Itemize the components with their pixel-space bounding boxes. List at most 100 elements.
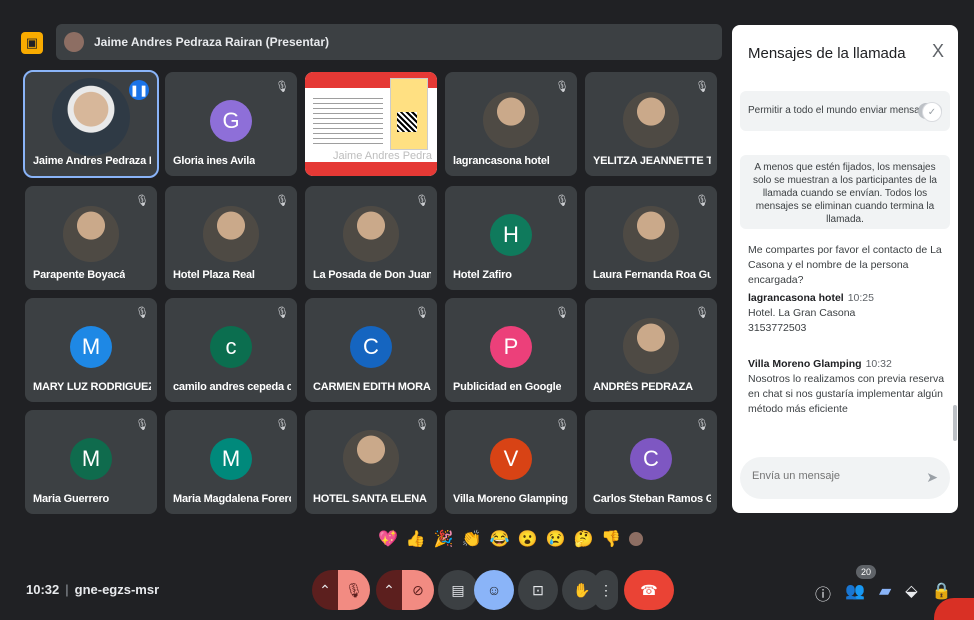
participant-name: Laura Fernanda Roa Gue... xyxy=(593,269,711,281)
captions-button[interactable]: ▤ xyxy=(438,570,478,610)
mic-off-icon: 🎙 xyxy=(695,307,709,319)
permit-messages-label: Permitir a todo el mundo enviar mensajes xyxy=(748,105,933,116)
mic-off-icon: 🎙 xyxy=(415,419,429,431)
participant-tile[interactable]: c 🎙 camilo andres cepeda ce... xyxy=(165,298,297,402)
mic-off-icon: 🎙 xyxy=(695,419,709,431)
participant-avatar: M xyxy=(70,326,112,368)
participant-name: CARMEN EDITH MORA M... xyxy=(313,381,431,393)
participant-name: YELITZA JEANNETTE TO... xyxy=(593,155,711,167)
reaction-emoji[interactable]: 🤔 xyxy=(573,529,593,549)
participant-tile[interactable]: C 🎙 CARMEN EDITH MORA M... xyxy=(305,298,437,402)
participant-tile[interactable]: C 🎙 Carlos Steban Ramos Go... xyxy=(585,410,717,514)
mic-off-icon: 🎙 xyxy=(555,307,569,319)
reaction-emoji[interactable]: 👎 xyxy=(601,529,621,549)
reaction-emoji[interactable]: 😢 xyxy=(546,529,566,549)
mic-off-icon: 🎙 xyxy=(275,195,289,207)
participant-name: Hotel Plaza Real xyxy=(173,269,255,281)
participant-name: lagrancasona hotel xyxy=(453,155,550,167)
participant-avatar: M xyxy=(70,438,112,480)
mic-off-icon: 🎙 xyxy=(555,419,569,431)
chevron-up-icon[interactable]: ⌃ xyxy=(312,570,338,610)
reaction-emoji[interactable]: 💖 xyxy=(378,529,398,549)
send-icon[interactable]: ➤ xyxy=(926,469,938,486)
camera-control[interactable]: ⌃ ⊘ xyxy=(376,570,434,610)
participant-tile[interactable]: 🎙 YELITZA JEANNETTE TO... xyxy=(585,72,717,176)
people-icon[interactable]: 👥 xyxy=(845,581,865,605)
reaction-emoji[interactable]: 👍 xyxy=(406,529,426,549)
end-call-icon: ☎ xyxy=(640,581,658,598)
participant-tile[interactable]: H 🎙 Hotel Zafiro xyxy=(445,186,577,290)
more-options-button[interactable]: ⋮ xyxy=(594,570,618,610)
participant-tile[interactable]: 🎙 Laura Fernanda Roa Gue... xyxy=(585,186,717,290)
participant-tile[interactable]: V 🎙 Villa Moreno Glamping xyxy=(445,410,577,514)
presentation-icon[interactable]: ▣ xyxy=(21,32,43,54)
participant-avatar: c xyxy=(210,326,252,368)
participant-name: Carlos Steban Ramos Go... xyxy=(593,493,711,505)
presenter-bar: ▣ Jaime Andres Pedraza Rairan (Presentar… xyxy=(16,24,722,60)
close-icon[interactable]: X xyxy=(932,41,944,62)
participant-tile[interactable]: 🎙 ANDRÉS PEDRAZA xyxy=(585,298,717,402)
camera-off-icon[interactable]: ⊘ xyxy=(402,570,434,610)
participant-tile[interactable]: 🎙 La Posada de Don Juan xyxy=(305,186,437,290)
participant-avatar: H xyxy=(490,214,532,256)
message-input[interactable] xyxy=(750,469,914,483)
slide-presenter-name: Jaime Andres Pedra xyxy=(333,150,433,162)
participant-tile[interactable]: M 🎙 Maria Guerrero xyxy=(25,410,157,514)
permit-messages-toggle[interactable]: ✓ xyxy=(918,102,942,122)
participant-tile[interactable]: 🎙 HOTEL SANTA ELENA xyxy=(305,410,437,514)
reaction-emoji[interactable]: 😮 xyxy=(518,529,538,549)
shared-slide: Jaime Andres Pedra xyxy=(305,72,437,176)
participant-tile[interactable]: M 🎙 Maria Magdalena Forero ... xyxy=(165,410,297,514)
presenter-banner[interactable]: Jaime Andres Pedraza Rairan (Presentar) xyxy=(56,24,722,60)
participant-tile[interactable]: 🎙 Hotel Plaza Real xyxy=(165,186,297,290)
participant-name: Publicidad en Google xyxy=(453,381,562,393)
chat-message: Villa Moreno Glamping 10:32 Nosotros lo r… xyxy=(748,357,946,417)
participant-tile[interactable]: G 🎙 Gloria ines Avila xyxy=(165,72,297,176)
microphone-control[interactable]: ⌃ 🎙 xyxy=(312,570,370,610)
more-vert-icon: ⋮ xyxy=(599,581,613,598)
chat-icon[interactable]: ▰ xyxy=(879,581,891,605)
info-icon[interactable]: ⓘ xyxy=(815,581,831,605)
participant-tile[interactable]: M 🎙 MARY LUZ RODRIGUEZ V... xyxy=(25,298,157,402)
mic-off-icon: 🎙 xyxy=(275,419,289,431)
leave-call-button[interactable]: ☎ xyxy=(624,570,674,610)
skin-tone-icon[interactable] xyxy=(629,532,644,546)
activities-icon[interactable]: ⬙ xyxy=(905,581,917,605)
participant-name: Parapente Boyacá xyxy=(33,269,126,281)
participant-tile[interactable]: P 🎙 Publicidad en Google xyxy=(445,298,577,402)
participant-name: Jaime Andres Pedraza R... xyxy=(33,155,151,167)
chevron-up-icon[interactable]: ⌃ xyxy=(376,570,402,610)
participant-name: Villa Moreno Glamping xyxy=(453,493,568,505)
mic-off-icon: 🎙 xyxy=(135,195,149,207)
reaction-emoji[interactable]: 👏 xyxy=(462,529,482,549)
reactions-button[interactable]: ☺ xyxy=(474,570,514,610)
hand-icon: ✋ xyxy=(573,581,591,598)
reaction-emoji[interactable]: 🎉 xyxy=(434,529,454,549)
participant-tile[interactable]: 🎙 lagrancasona hotel xyxy=(445,72,577,176)
participant-avatar: V xyxy=(490,438,532,480)
participant-tile[interactable]: ❚❚ Jaime Andres Pedraza R... xyxy=(23,70,159,178)
mic-off-icon: 🎙 xyxy=(275,307,289,319)
chat-panel: Mensajes de la llamada X Permitir a todo… xyxy=(732,25,958,513)
captions-icon: ▤ xyxy=(451,581,465,598)
mic-off-icon[interactable]: 🎙 xyxy=(338,570,370,610)
meeting-separator: | xyxy=(65,582,69,597)
participant-tile[interactable]: Jaime Andres Pedra xyxy=(305,72,437,176)
reaction-emoji[interactable]: 😂 xyxy=(490,529,510,549)
participant-photo xyxy=(343,206,399,262)
meeting-code: gne-egzs-msr xyxy=(74,582,160,597)
present-button[interactable]: ⊡ xyxy=(518,570,558,610)
participant-photo xyxy=(623,92,679,148)
mic-off-icon: 🎙 xyxy=(135,307,149,319)
mic-off-icon: 🎙 xyxy=(695,195,709,207)
message-input-box: ➤ xyxy=(740,457,950,499)
participant-name: MARY LUZ RODRIGUEZ V... xyxy=(33,381,151,393)
participant-photo xyxy=(203,206,259,262)
participant-name: Maria Guerrero xyxy=(33,493,110,505)
message-sender: lagrancasona hotel xyxy=(748,292,844,304)
participant-photo xyxy=(623,206,679,262)
mic-off-icon: 🎙 xyxy=(135,419,149,431)
participant-tile[interactable]: 🎙 Parapente Boyacá xyxy=(25,186,157,290)
chat-scrollbar[interactable] xyxy=(953,405,957,441)
message-text: Hotel. La Gran Casona xyxy=(748,307,856,319)
